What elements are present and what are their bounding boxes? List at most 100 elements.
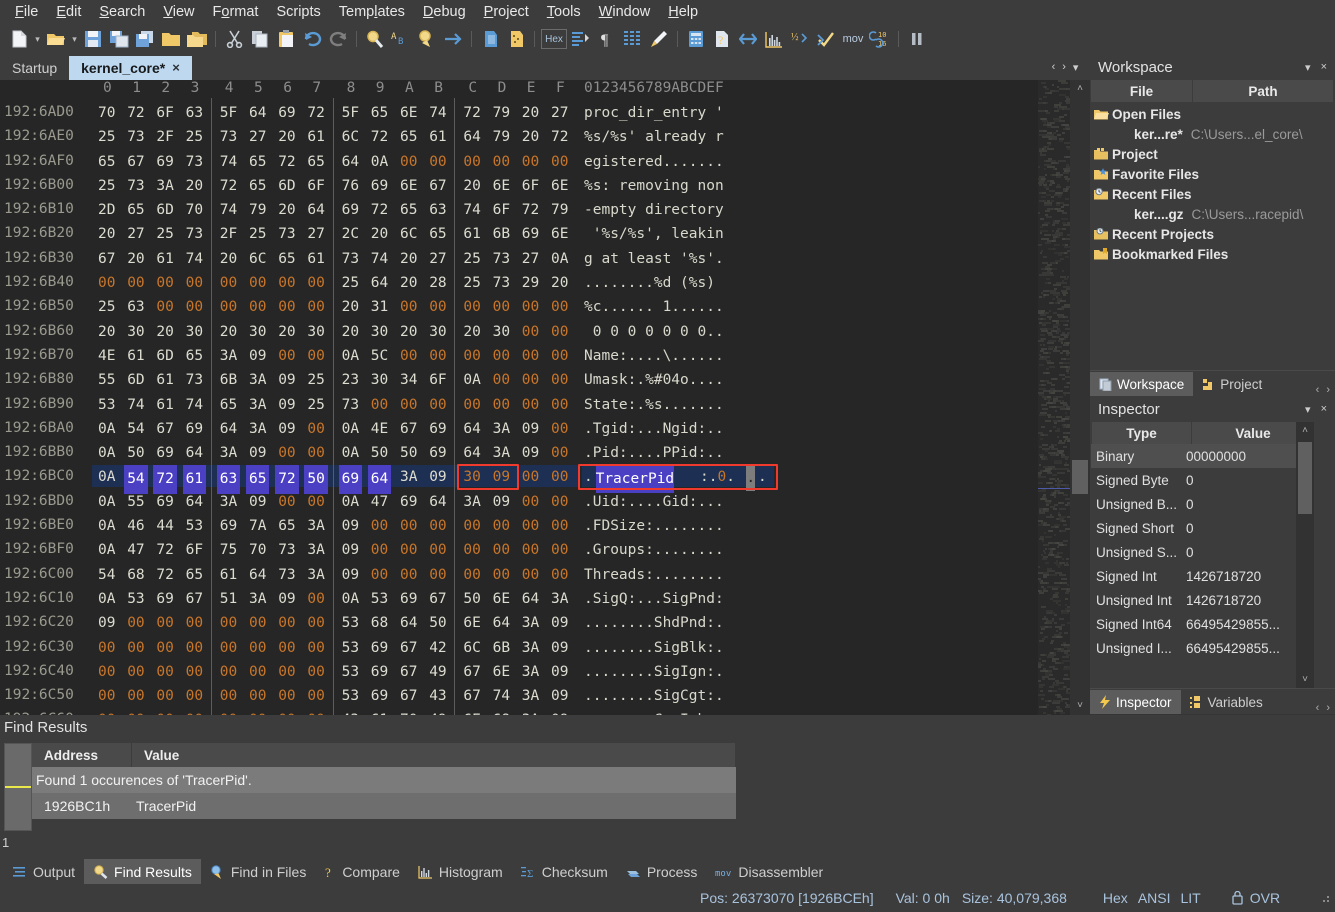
- ascii-text[interactable]: ........SigCgt:.: [584, 684, 724, 708]
- hex-byte[interactable]: 4E: [371, 417, 388, 441]
- hex-byte[interactable]: 00: [551, 441, 568, 465]
- table-row[interactable]: 192:6C00 54 68 72 65 61 64 73 3A 09 00 00 00 00 00 00 00…: [0, 562, 1040, 586]
- hex-byte[interactable]: 00: [551, 320, 568, 344]
- open-multiple-folders-icon[interactable]: [185, 27, 209, 51]
- hex-byte[interactable]: 25: [156, 222, 173, 246]
- hex-byte[interactable]: 72: [371, 198, 388, 222]
- hex-byte[interactable]: 29: [522, 271, 539, 295]
- hex-byte[interactable]: 25: [307, 368, 324, 392]
- hex-byte[interactable]: 00: [400, 538, 417, 562]
- hex-byte[interactable]: 00: [522, 320, 539, 344]
- table-row[interactable]: 192:6B30 67 20 61 74 20 6C 65 61 73 74 20 27 25 73 27 0A…: [0, 246, 1040, 270]
- save-icon[interactable]: [81, 27, 105, 51]
- hex-byte[interactable]: 00: [463, 563, 480, 587]
- hex-byte[interactable]: 20: [463, 320, 480, 344]
- hex-byte[interactable]: 65: [400, 125, 417, 149]
- ascii-text[interactable]: .: [584, 465, 593, 489]
- menu-tools[interactable]: Tools: [538, 2, 590, 22]
- hex-byte[interactable]: 7A: [249, 514, 266, 538]
- inspector-value[interactable]: 0: [1186, 545, 1194, 560]
- hex-byte[interactable]: 00: [98, 660, 115, 684]
- hex-byte[interactable]: 69: [371, 684, 388, 708]
- hex-byte[interactable]: 00: [127, 684, 144, 708]
- hex-byte[interactable]: 6E: [400, 101, 417, 125]
- hex-byte[interactable]: 00: [220, 295, 237, 319]
- hex-byte[interactable]: 00: [278, 344, 295, 368]
- hex-byte[interactable]: 6E: [551, 174, 568, 198]
- hex-byte[interactable]: 0A: [98, 514, 115, 538]
- column-header-type[interactable]: Type: [1092, 422, 1192, 444]
- hex-byte[interactable]: 67: [429, 174, 446, 198]
- hex-byte[interactable]: 00: [429, 150, 446, 174]
- hex-byte[interactable]: 53: [342, 611, 359, 635]
- tab-project[interactable]: Project: [1193, 372, 1271, 396]
- hex-byte[interactable]: 00: [249, 708, 266, 715]
- hex-byte[interactable]: 30: [371, 320, 388, 344]
- hex-byte[interactable]: 09: [551, 660, 568, 684]
- hex-byte[interactable]: 63: [429, 198, 446, 222]
- ascii-text[interactable]: ........SigIgn:.: [584, 660, 724, 684]
- save-as-icon[interactable]: [107, 27, 131, 51]
- hex-byte[interactable]: 65: [429, 222, 446, 246]
- hex-byte[interactable]: 00: [307, 441, 324, 465]
- hex-byte[interactable]: 00: [186, 636, 203, 660]
- hex-byte[interactable]: 00: [220, 660, 237, 684]
- hex-byte[interactable]: 00: [551, 150, 568, 174]
- hex-byte[interactable]: 69: [220, 514, 237, 538]
- list-item[interactable]: ker....gz C:\Users...racepid\: [1090, 204, 1335, 224]
- ascii-text[interactable]: 0 0 0 0 0 0 0..: [584, 320, 724, 344]
- hex-byte[interactable]: 3A: [249, 393, 266, 417]
- hex-byte[interactable]: 3A: [522, 636, 539, 660]
- hex-byte[interactable]: 5F: [220, 101, 237, 125]
- hex-byte[interactable]: 61: [127, 344, 144, 368]
- hex-byte[interactable]: 69: [429, 441, 446, 465]
- table-row[interactable]: 192:6B90 53 74 61 74 65 3A 09 25 73 00 00 00 00 00 00 00…: [0, 392, 1040, 416]
- hex-byte[interactable]: 00: [429, 563, 446, 587]
- hex-byte[interactable]: 00: [551, 465, 568, 489]
- hex-byte[interactable]: 0A: [98, 490, 115, 514]
- hex-byte[interactable]: 00: [307, 295, 324, 319]
- hex-byte[interactable]: 3A: [307, 538, 324, 562]
- table-row[interactable]: Signed Short 0: [1091, 516, 1314, 540]
- hex-byte[interactable]: 3A: [220, 490, 237, 514]
- hex-byte[interactable]: 20: [156, 320, 173, 344]
- hex-byte[interactable]: 30: [186, 320, 203, 344]
- hex-byte[interactable]: 00: [307, 587, 324, 611]
- panel-menu-icon[interactable]: ▾: [1305, 61, 1311, 74]
- hex-byte[interactable]: 70: [249, 538, 266, 562]
- hex-byte[interactable]: 00: [278, 684, 295, 708]
- hex-byte[interactable]: 00: [463, 295, 480, 319]
- ascii-text[interactable]: .FDSize:........: [584, 514, 724, 538]
- hex-byte[interactable]: 00: [463, 393, 480, 417]
- hex-byte[interactable]: 09: [278, 368, 295, 392]
- hex-byte[interactable]: 09: [342, 514, 359, 538]
- hex-byte[interactable]: 69: [400, 490, 417, 514]
- hex-byte[interactable]: 43: [342, 708, 359, 715]
- hex-byte[interactable]: 6F: [307, 174, 324, 198]
- status-charset[interactable]: ANSI: [1138, 890, 1171, 906]
- hex-byte[interactable]: 00: [400, 563, 417, 587]
- hex-byte[interactable]: 47: [127, 538, 144, 562]
- hex-byte[interactable]: 64: [400, 611, 417, 635]
- hex-byte[interactable]: 3A: [522, 708, 539, 715]
- hex-byte[interactable]: 00: [186, 684, 203, 708]
- hex-byte[interactable]: 2C: [342, 222, 359, 246]
- hex-byte[interactable]: 6C: [249, 247, 266, 271]
- ascii-text[interactable]: %c...... 1......: [584, 295, 724, 319]
- hex-byte[interactable]: 00: [551, 368, 568, 392]
- hex-byte[interactable]: 53: [342, 660, 359, 684]
- hex-byte[interactable]: 55: [98, 368, 115, 392]
- hex-byte[interactable]: 00: [127, 271, 144, 295]
- hex-byte[interactable]: 00: [429, 344, 446, 368]
- hex-byte[interactable]: 0A: [551, 247, 568, 271]
- hex-byte[interactable]: 25: [463, 271, 480, 295]
- hex-byte[interactable]: 67: [400, 417, 417, 441]
- menu-debug[interactable]: Debug: [414, 2, 475, 22]
- tree-node[interactable]: Favorite Files: [1090, 164, 1335, 184]
- hex-byte[interactable]: 00: [127, 636, 144, 660]
- hex-byte[interactable]: 00: [551, 538, 568, 562]
- hex-byte[interactable]: 00: [278, 295, 295, 319]
- hex-byte[interactable]: 64: [307, 198, 324, 222]
- hex-byte[interactable]: 00: [551, 393, 568, 417]
- hex-byte[interactable]: 00: [371, 563, 388, 587]
